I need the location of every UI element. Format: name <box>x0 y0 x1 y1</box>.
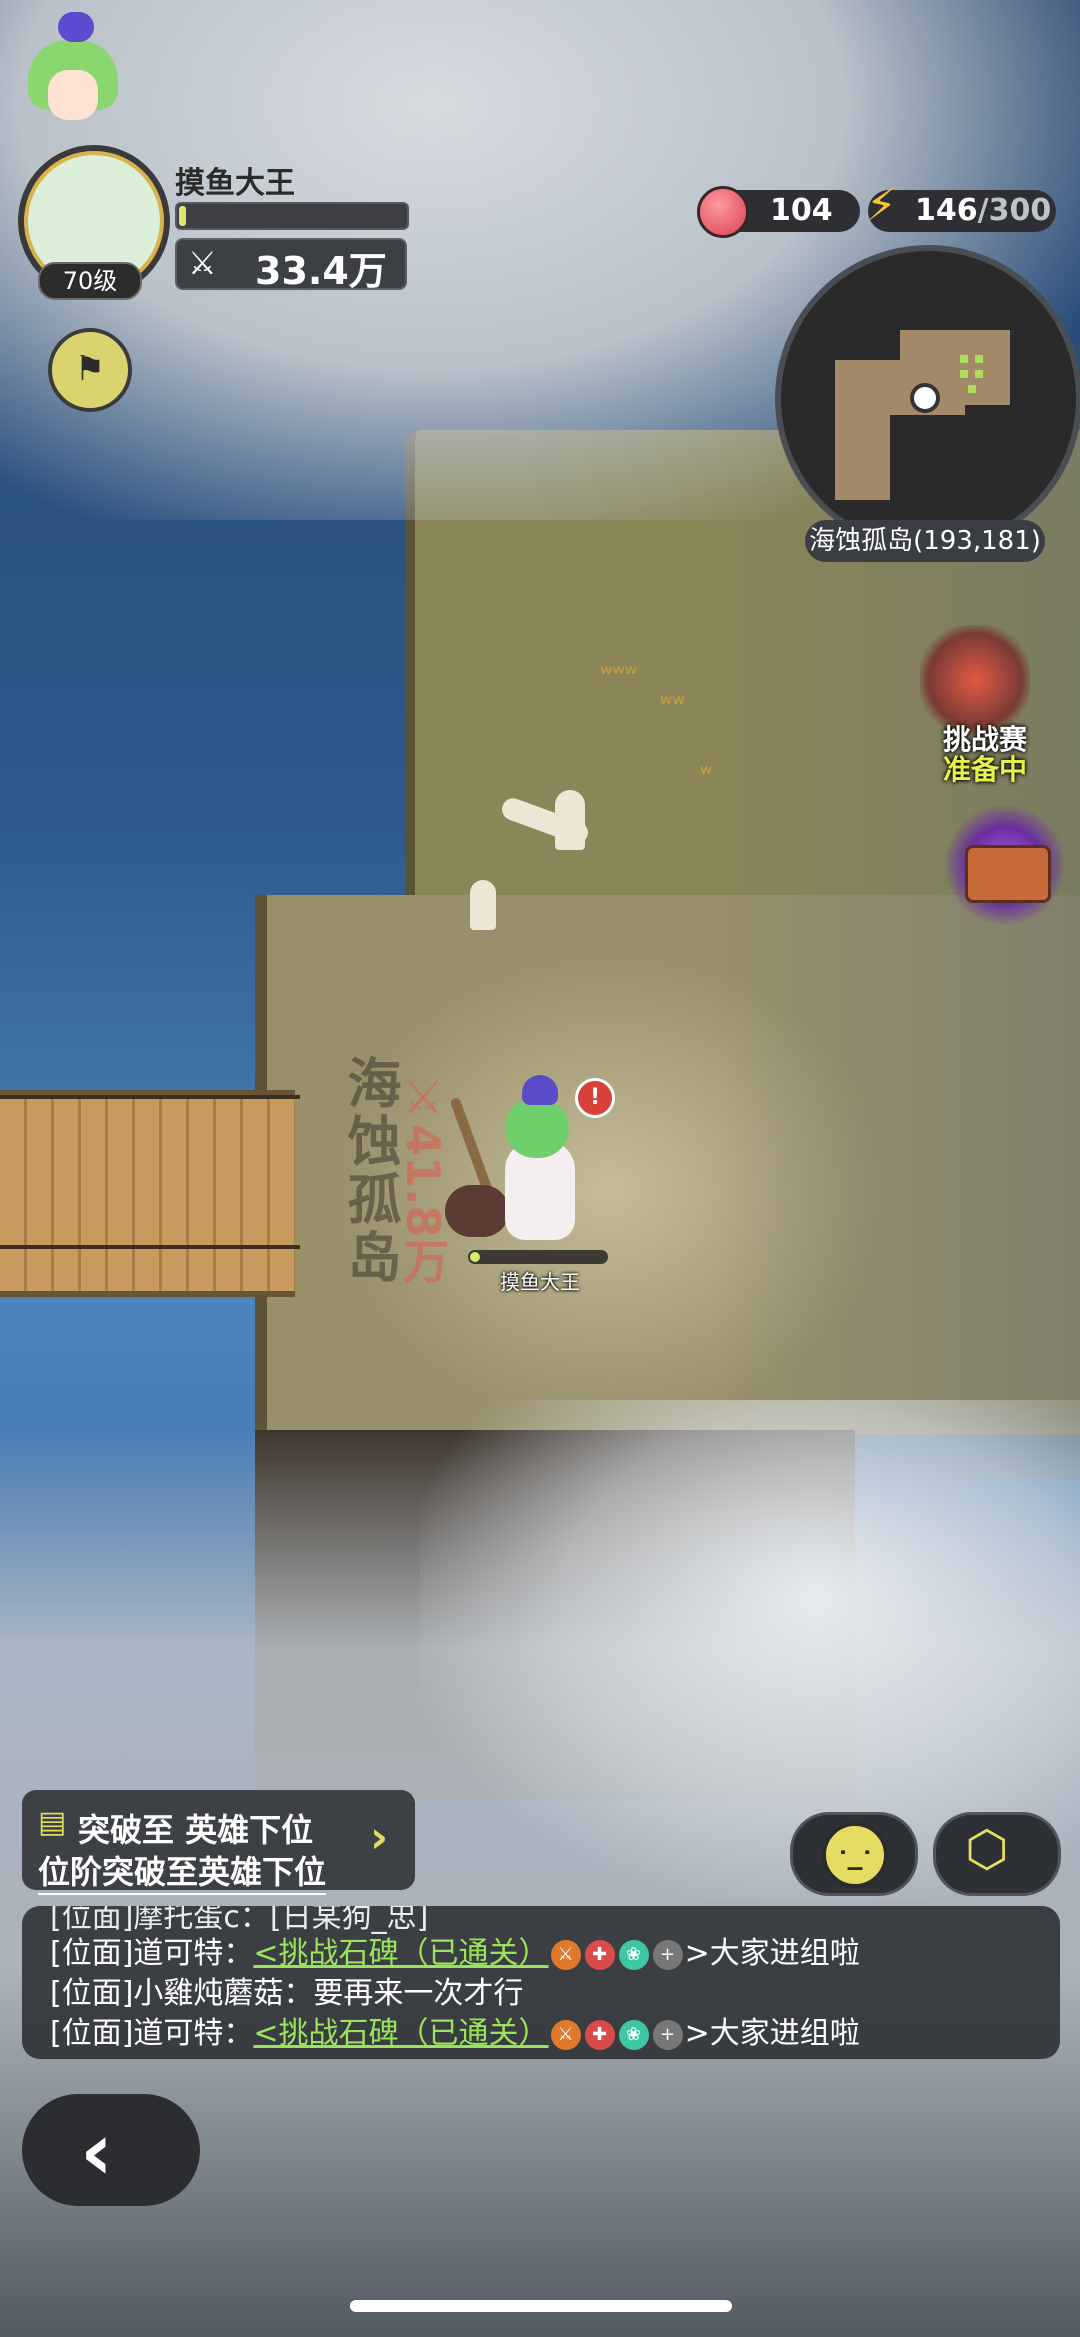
empty-slot-badge-icon: + <box>652 2019 683 2050</box>
minimap-marker <box>960 370 968 378</box>
minimap-marker <box>975 355 983 363</box>
empty-slot-badge-icon: + <box>652 1939 683 1970</box>
player-xp-fill <box>179 206 186 226</box>
grass-tuft: ʷ <box>700 760 713 788</box>
avatar-face <box>48 70 98 120</box>
pet-boar[interactable] <box>445 1185 509 1237</box>
flag-icon: ⚑ <box>74 349 106 389</box>
hero-health-fill <box>470 1252 480 1262</box>
chat-suffix: >大家进组啦 <box>684 2016 860 2051</box>
hero-head[interactable] <box>505 1098 569 1158</box>
apple-count: 104 <box>770 193 833 228</box>
neutral-face-icon: ᐧ_ᐧ <box>822 1822 888 1888</box>
grass-tuft: ʷʷʷ <box>600 660 638 688</box>
tusk-decoration <box>470 880 496 930</box>
home-indicator[interactable] <box>350 2300 732 2312</box>
red-class-badge-icon: ⚔ <box>550 1939 581 1970</box>
quest-list-icon: ▤ <box>38 1805 67 1840</box>
chat-panel[interactable]: [位面]摩托蛋c：[日某狗_忠] [位面]道可特：<挑战石碑（已通关） ⚔ ✚ ❀ + >… <box>22 1906 1060 2059</box>
cube-icon: ⬡ <box>965 1820 1009 1878</box>
bridge-rope-bottom <box>0 1245 300 1249</box>
hero-name-label: 摸鱼大王 <box>500 1270 580 1294</box>
quest-title: 突破至 英雄下位 <box>78 1811 314 1849</box>
chat-sender: [位面]道可特： <box>50 2016 254 2051</box>
player-name: 摸鱼大王 <box>175 166 295 201</box>
chat-line: [位面]道可特：<挑战石碑（已通关） ⚔ ✚ ❀ + >大家进组啦 <box>50 1928 860 1972</box>
minimap-marker <box>975 370 983 378</box>
chat-link[interactable]: <挑战石碑（已通关） <box>253 2016 548 2051</box>
minimap-player-marker <box>910 383 940 413</box>
lightning-icon: ⚡ <box>866 180 897 231</box>
challenge-event-status: 准备中 <box>942 753 1027 786</box>
chat-suffix: >大家进组啦 <box>684 1936 860 1971</box>
minimap-location-label: 海蚀孤岛(193,181) <box>805 520 1045 562</box>
avatar-rabbit-hat <box>58 12 94 42</box>
fire-class-badge-icon: ✚ <box>584 1939 615 1970</box>
player-power-value: 33.4万 <box>255 249 387 293</box>
energy-value: 146/300 <box>915 190 1051 232</box>
minimap-marker <box>968 385 976 393</box>
chat-line: [位面]道可特：<挑战石碑（已通关） ⚔ ✚ ❀ + >大家进组啦 <box>50 2008 860 2052</box>
chat-sender: [位面]道可特： <box>50 1936 254 1971</box>
hero-rabbit-hat <box>522 1075 558 1105</box>
treasure-chest-icon <box>965 845 1051 903</box>
nature-class-badge-icon: ❀ <box>618 2019 649 2050</box>
apple-icon <box>697 186 749 238</box>
chevron-right-icon: › <box>370 1812 389 1863</box>
tusk-decoration <box>555 790 585 850</box>
area-power-ground-text: ⚔41.8万 <box>396 1070 450 1284</box>
chat-line: [位面]小雞炖蘑菇：要再来一次才行 <box>50 1968 523 2012</box>
red-class-badge-icon: ⚔ <box>550 2019 581 2050</box>
minimap-marker <box>960 355 968 363</box>
rope-bridge[interactable] <box>0 1090 295 1297</box>
grass-tuft: ʷʷ <box>660 690 685 718</box>
energy-max: /300 <box>977 193 1052 228</box>
nature-class-badge-icon: ❀ <box>618 1939 649 1970</box>
crossed-swords-icon: ⚔ <box>188 244 217 282</box>
chat-link[interactable]: <挑战石碑（已通关） <box>253 1936 548 1971</box>
hero-health-bar <box>468 1250 608 1264</box>
energy-current: 146 <box>915 193 978 228</box>
chevron-left-icon: ‹ <box>80 2105 113 2198</box>
bridge-rope-top <box>0 1095 300 1099</box>
quest-description: 位阶突破至英雄下位 <box>38 1847 327 1895</box>
chat-sender: [位面]小雞炖蘑菇： <box>50 1976 314 2011</box>
flag-menu-button[interactable]: ⚑ <box>48 328 132 412</box>
area-power-value: 41.8万 <box>396 1124 450 1284</box>
player-xp-bar <box>175 202 409 230</box>
alert-icon[interactable]: ! <box>575 1078 615 1118</box>
chat-message: 要再来一次才行 <box>313 1976 524 2011</box>
fire-class-badge-icon: ✚ <box>584 2019 615 2050</box>
player-level-badge: 70级 <box>38 262 142 300</box>
